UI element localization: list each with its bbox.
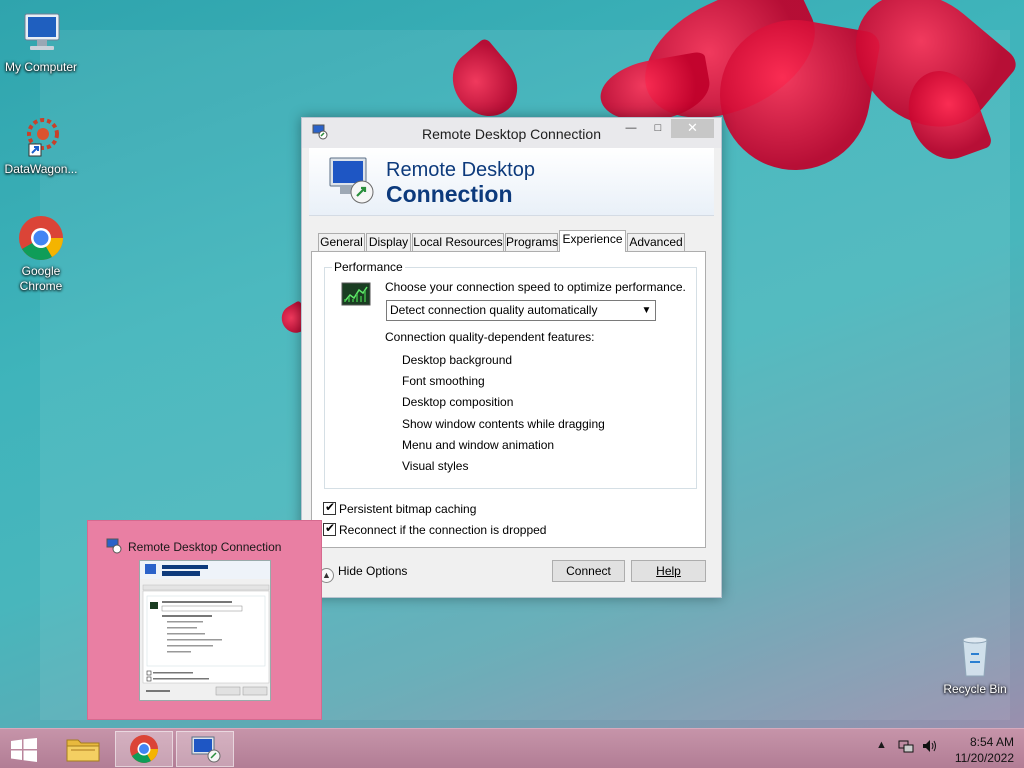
feature-item: Show window contents while dragging <box>402 417 605 431</box>
system-clock[interactable]: 8:54 AM 11/20/2022 <box>942 734 1014 766</box>
rdc-app-icon <box>106 538 122 554</box>
desktop-icon-label: My Computer <box>4 60 78 74</box>
checkbox-label: Persistent bitmap caching <box>339 502 477 516</box>
rdc-banner: Remote Desktop Connection <box>309 148 714 216</box>
folder-icon <box>66 739 100 762</box>
chrome-icon <box>130 735 158 763</box>
desktop-icon-my-computer[interactable]: My Computer <box>0 10 82 75</box>
feature-item: Desktop background <box>402 353 513 367</box>
tab-experience[interactable]: Experience <box>559 230 626 252</box>
datawagon-icon <box>17 112 65 160</box>
rdc-app-icon <box>191 736 221 763</box>
tab-programs[interactable]: Programs <box>505 233 558 252</box>
feature-item: Font smoothing <box>402 374 485 388</box>
desktop-icon-datawagon[interactable]: DataWagon... <box>0 112 82 177</box>
chevron-down-icon: ▼ <box>641 305 652 316</box>
speed-label: Choose your connection speed to optimize… <box>385 280 686 294</box>
persistent-bitmap-checkbox[interactable]: Persistent bitmap caching <box>323 500 477 516</box>
help-button[interactable]: Help <box>631 560 706 582</box>
performance-group: Performance Choose your connection speed… <box>324 260 697 489</box>
taskbar: ▲ 8:54 AM 11/20/2022 <box>0 728 1024 768</box>
taskbar-thumbnail-preview[interactable]: Remote Desktop Connection <box>87 520 322 720</box>
checkbox-checked-icon <box>323 500 336 515</box>
computer-icon <box>17 10 65 58</box>
connect-button[interactable]: Connect <box>552 560 625 582</box>
rdc-monitor-icon <box>326 156 378 206</box>
preview-title: Remote Desktop Connection <box>128 540 282 554</box>
tab-advanced[interactable]: Advanced <box>627 233 685 252</box>
checkbox-checked-icon <box>323 521 336 536</box>
desktop-icon-recycle-bin[interactable]: Recycle Bin <box>934 632 1016 697</box>
desktop-icon-google-chrome[interactable]: Google Chrome <box>0 214 82 294</box>
connection-speed-select[interactable]: Detect connection quality automatically … <box>386 300 656 321</box>
taskbar-remote-desktop[interactable] <box>176 731 234 767</box>
tab-local-resources[interactable]: Local Resources <box>412 233 504 252</box>
start-button[interactable] <box>10 738 38 762</box>
desktop-icon-label: DataWagon... <box>4 162 78 176</box>
reconnect-checkbox[interactable]: Reconnect if the connection is dropped <box>323 521 547 537</box>
experience-panel: Performance Choose your connection speed… <box>311 251 706 548</box>
feature-item: Menu and window animation <box>402 438 555 452</box>
tab-general[interactable]: General <box>318 233 365 252</box>
feature-item: Visual styles <box>402 459 469 473</box>
desktop-icon-label: Google Chrome <box>19 264 63 293</box>
show-hidden-icons-button[interactable]: ▲ <box>876 739 887 751</box>
windows-logo-icon <box>11 738 37 762</box>
hide-options-toggle[interactable]: ▲ Hide Options <box>319 564 407 583</box>
features-heading: Connection quality-dependent features: <box>385 330 595 344</box>
clock-time: 8:54 AM <box>969 735 1014 749</box>
recycle-bin-icon <box>951 632 999 680</box>
banner-title-line2: Connection <box>386 181 513 207</box>
rdc-window: Remote Desktop Connection — □ ✕ Remote D… <box>301 117 722 598</box>
hide-options-label: Hide Options <box>338 564 408 578</box>
chrome-icon <box>17 214 65 262</box>
minimize-button[interactable]: — <box>618 119 644 138</box>
help-label: Help <box>656 564 681 578</box>
maximize-button[interactable]: □ <box>645 119 671 138</box>
volume-icon[interactable] <box>921 738 939 757</box>
feature-item: Desktop composition <box>402 395 514 409</box>
performance-meter-icon <box>341 282 371 308</box>
banner-title-line1: Remote Desktop <box>386 159 535 181</box>
connection-speed-value: Detect connection quality automatically <box>390 303 598 317</box>
performance-legend: Performance <box>332 260 405 274</box>
taskbar-file-explorer[interactable] <box>54 731 112 767</box>
tab-display[interactable]: Display <box>366 233 411 252</box>
clock-date: 11/20/2022 <box>954 751 1014 765</box>
desktop-icon-label: Recycle Bin <box>943 682 1007 696</box>
title-bar[interactable]: Remote Desktop Connection — □ ✕ <box>302 118 721 148</box>
network-icon[interactable] <box>898 738 914 757</box>
checkbox-label: Reconnect if the connection is dropped <box>339 523 547 537</box>
close-button[interactable]: ✕ <box>671 119 714 138</box>
taskbar-chrome[interactable] <box>115 731 173 767</box>
window-thumbnail <box>139 560 271 701</box>
